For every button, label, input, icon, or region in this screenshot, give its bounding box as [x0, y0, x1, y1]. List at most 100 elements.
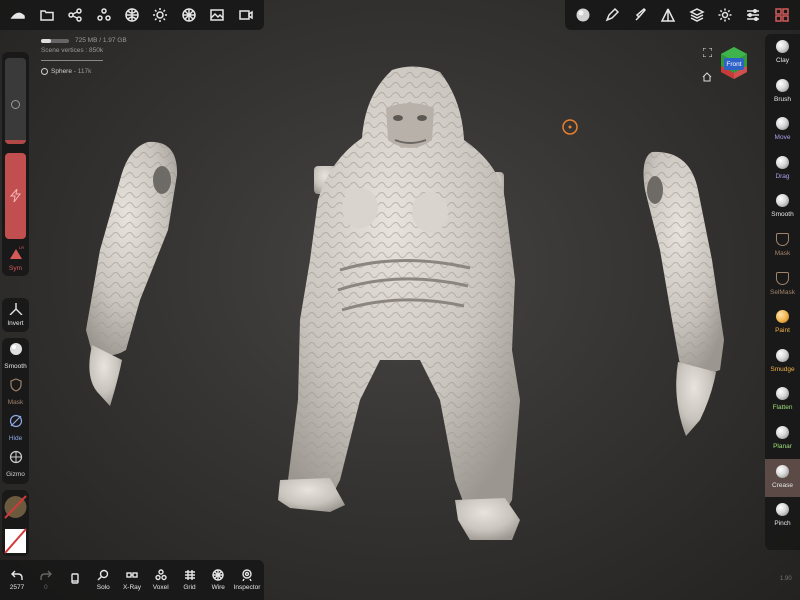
left-tool-smooth[interactable]: Smooth	[2, 342, 29, 370]
right-tool-planar[interactable]: Planar	[765, 420, 800, 458]
version-label: 1.90	[780, 576, 792, 582]
xray-button[interactable]: X-Ray	[119, 569, 145, 591]
paint-icon	[776, 310, 789, 324]
fit-view-icon[interactable]	[703, 48, 712, 57]
right-tool-label: Mask	[774, 250, 791, 257]
gizmo-icon	[9, 450, 22, 464]
right-tool-brush[interactable]: Brush	[765, 73, 800, 111]
wire-label: Wire	[211, 584, 225, 591]
left-tool-gizmo[interactable]: Gizmo	[2, 450, 29, 478]
right-tool-pinch[interactable]: Pinch	[765, 497, 800, 535]
matcap-sphere-icon[interactable]	[571, 3, 595, 27]
memory-text: 725 MB / 1.97 GB	[75, 37, 127, 44]
right-tool-label: Clay	[775, 57, 789, 64]
right-tool-label: Crease	[772, 481, 793, 489]
undo-button[interactable]: 2577	[4, 569, 30, 591]
selected-object[interactable]: Sphere - 117k	[41, 68, 91, 75]
right-tools-panel: Clay Brush Move Drag Smooth Mask SelMask Paint S…	[765, 34, 800, 550]
redo-button[interactable]: 0	[33, 569, 59, 591]
material-swatch[interactable]	[2, 492, 29, 522]
color-swatches-panel	[2, 490, 29, 556]
symmetry-icon[interactable]	[10, 249, 22, 259]
right-tool-crease[interactable]: Crease	[765, 458, 800, 497]
right-tool-label: SelMask	[770, 288, 795, 296]
globe-icon[interactable]	[120, 3, 144, 27]
inspector-button[interactable]: Inspector	[234, 569, 260, 591]
info-divider	[41, 60, 103, 61]
wire-icon	[212, 569, 224, 581]
sym-button-label[interactable]: Sym	[2, 265, 29, 272]
view-cube[interactable]: Front	[718, 46, 750, 80]
object-count: - 117k	[73, 68, 92, 75]
grid-apps-icon[interactable]	[770, 3, 794, 27]
drag-icon	[776, 155, 789, 169]
flatten-icon	[776, 387, 789, 401]
layers-icon[interactable]	[685, 3, 709, 27]
sliders-icon[interactable]	[741, 3, 765, 27]
voxel-button[interactable]: Voxel	[148, 569, 174, 591]
grid-button[interactable]: Grid	[177, 569, 203, 591]
video-camera-icon[interactable]	[234, 3, 258, 27]
left-tool-hide[interactable]: Hide	[2, 414, 29, 442]
brush-icon[interactable]	[628, 3, 652, 27]
solo-label: Solo	[96, 584, 110, 591]
sculpt-viewport[interactable]	[0, 0, 800, 600]
pen-icon[interactable]	[600, 3, 624, 27]
grid-icon	[184, 570, 195, 580]
smudge-icon	[776, 348, 789, 362]
symmetry-triangle-icon[interactable]	[656, 3, 680, 27]
pinch-icon	[776, 503, 789, 517]
left-tool-label: Mask	[7, 399, 24, 406]
right-tool-smudge[interactable]: Smudge	[765, 343, 800, 381]
undo-icon	[11, 570, 23, 580]
redo-icon	[40, 570, 52, 580]
image-icon[interactable]	[205, 3, 229, 27]
right-tool-clay[interactable]: Clay	[765, 34, 800, 72]
logo-icon[interactable]	[6, 3, 30, 27]
sun-icon[interactable]	[148, 3, 172, 27]
inspector-label: Inspector	[233, 584, 261, 591]
device-icon	[70, 572, 79, 584]
smooth-icon	[9, 343, 22, 355]
crease-icon	[776, 464, 789, 478]
view-cube-label: Front	[726, 61, 742, 68]
device-button[interactable]	[62, 572, 88, 588]
wire-button[interactable]: Wire	[205, 569, 231, 591]
left-tool-mask[interactable]: Mask	[2, 378, 29, 406]
right-tool-flatten[interactable]: Flatten	[765, 381, 800, 419]
material-icon[interactable]	[177, 3, 201, 27]
gear-icon[interactable]	[713, 3, 737, 27]
mask-shield-icon	[9, 378, 22, 392]
right-tool-label: Move	[774, 134, 791, 142]
intensity-slider[interactable]	[5, 153, 26, 239]
voxel-label: Voxel	[152, 584, 169, 591]
right-tool-label: Drag	[775, 172, 790, 180]
redo-count: 0	[43, 584, 48, 591]
eye-icon	[41, 68, 48, 75]
right-tool-move[interactable]: Move	[765, 111, 800, 149]
memory-usage: 725 MB / 1.97 GB	[41, 37, 127, 44]
radius-slider[interactable]	[5, 58, 26, 144]
home-icon[interactable]	[702, 72, 712, 82]
bottom-toolbar: 2577 0 Solo X-Ray Voxel Grid Wire Inspec…	[0, 560, 264, 600]
solo-button[interactable]: Solo	[90, 569, 116, 591]
paint-color-swatch[interactable]	[2, 526, 29, 556]
right-tool-smooth[interactable]: Smooth	[765, 188, 800, 226]
move-icon	[776, 117, 789, 131]
right-tool-label: Paint	[775, 327, 790, 335]
right-tool-mask[interactable]: Mask	[765, 227, 800, 265]
left-arm-mesh	[86, 141, 178, 406]
right-tool-label: Pinch	[774, 520, 791, 528]
invert-label: Invert	[7, 320, 24, 327]
lightning-icon	[10, 189, 21, 202]
memory-bar	[41, 38, 69, 43]
pivot-target-icon[interactable]	[562, 119, 578, 135]
right-tool-selmask[interactable]: SelMask	[765, 266, 800, 304]
scene-objects-icon[interactable]	[92, 3, 116, 27]
invert-icon	[9, 303, 23, 315]
folder-icon[interactable]	[35, 3, 59, 27]
invert-button[interactable]: Invert	[2, 298, 29, 332]
right-tool-paint[interactable]: Paint	[765, 304, 800, 342]
right-tool-drag[interactable]: Drag	[765, 150, 800, 188]
share-nodes-icon[interactable]	[63, 3, 87, 27]
